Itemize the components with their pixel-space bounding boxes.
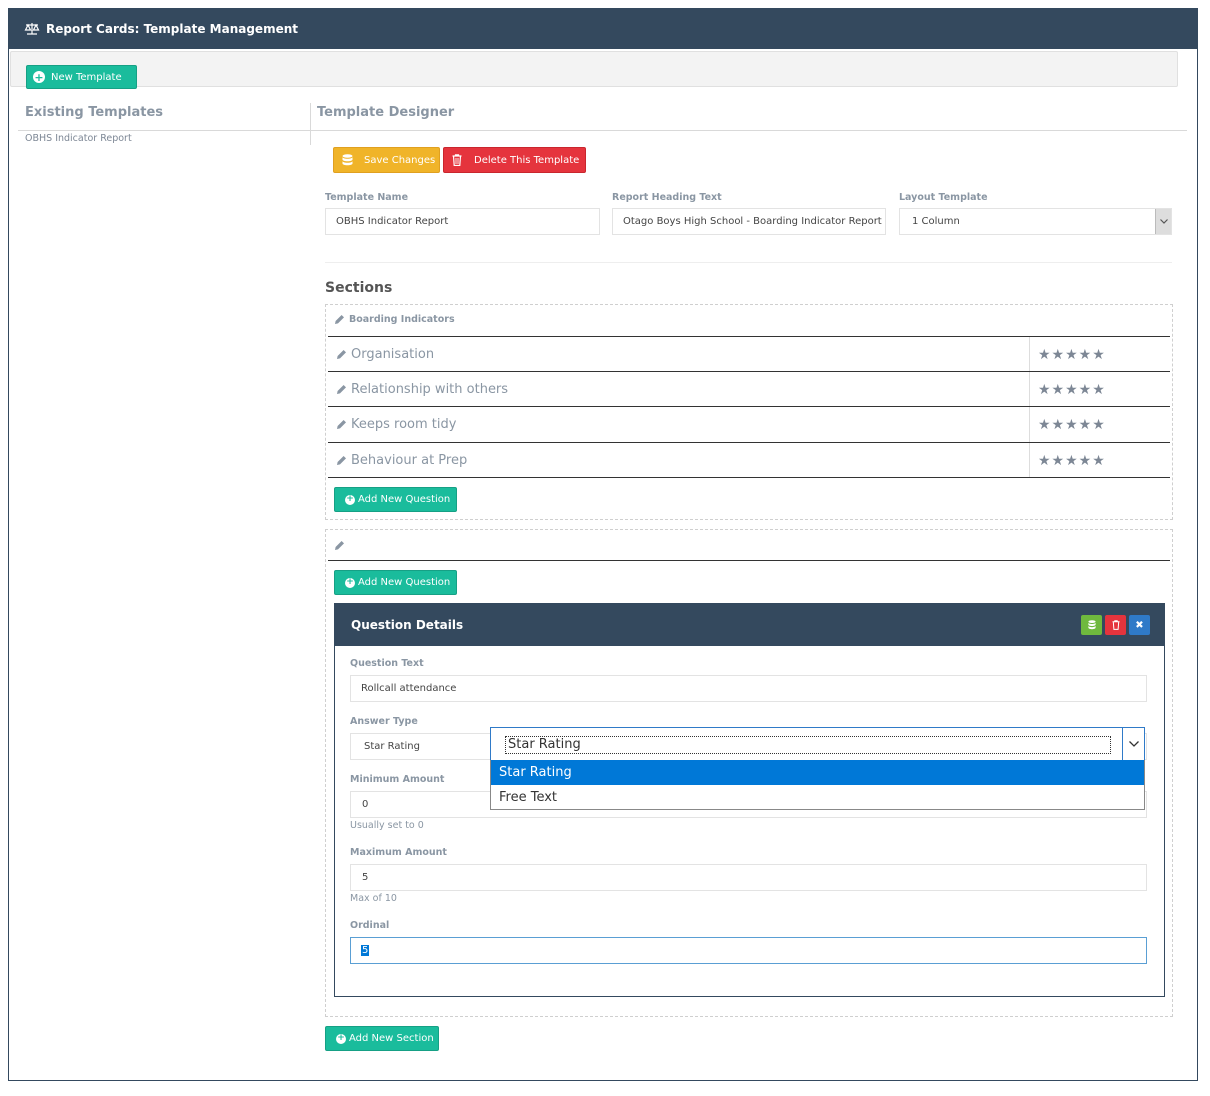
star-rating: ★★★★★ <box>1029 337 1170 372</box>
maximum-amount-hint: Max of 10 <box>350 893 397 904</box>
database-icon <box>1087 620 1096 630</box>
question-details-header: Question Details ✖ <box>335 604 1164 646</box>
template-name-label: Template Name <box>325 192 409 203</box>
pencil-icon <box>337 456 346 465</box>
close-panel-button[interactable]: ✖ <box>1129 615 1150 635</box>
plus-circle-icon: + <box>345 577 355 588</box>
database-icon <box>342 154 353 166</box>
plus-circle-icon: + <box>345 494 355 505</box>
new-template-label: New Template <box>51 71 122 83</box>
delete-question-button[interactable] <box>1105 615 1126 635</box>
add-section-button[interactable]: + Add New Section <box>325 1026 439 1051</box>
minimum-amount-hint: Usually set to 0 <box>350 820 424 831</box>
dropdown-toggle[interactable] <box>1122 728 1144 760</box>
designer-divider <box>311 130 1187 131</box>
form-divider <box>325 262 1172 263</box>
new-template-button[interactable]: + New Template <box>26 65 137 89</box>
minimum-amount-label: Minimum Amount <box>350 774 445 785</box>
option-star-rating[interactable]: Star Rating <box>491 760 1144 785</box>
template-list-item[interactable]: OBHS Indicator Report <box>25 133 132 144</box>
chevron-down-icon <box>1128 741 1139 747</box>
question-text: Relationship with others <box>351 382 509 397</box>
trash-icon <box>1112 620 1119 630</box>
trash-icon <box>452 154 462 166</box>
question-row[interactable]: Relationship with others ★★★★★ <box>328 372 1170 407</box>
layout-template-value: 1 Column <box>912 216 960 227</box>
pencil-icon <box>335 541 344 550</box>
section-title[interactable] <box>334 540 349 551</box>
star-rating: ★★★★★ <box>1029 407 1170 442</box>
title-bar: Report Cards: Template Management <box>9 9 1197 49</box>
delete-template-button[interactable]: Delete This Template <box>443 147 586 173</box>
close-icon: ✖ <box>1135 619 1144 631</box>
answer-type-options: Star Rating Free Text <box>490 760 1145 810</box>
plus-circle-icon: + <box>33 70 45 84</box>
answer-type-label: Answer Type <box>350 716 418 727</box>
maximum-amount-input[interactable]: 5 <box>350 864 1147 891</box>
chevron-down-icon <box>1159 219 1168 224</box>
layout-template-select[interactable]: 1 Column <box>899 208 1172 235</box>
save-label: Save Changes <box>364 154 436 166</box>
ordinal-value-selected: 5 <box>361 945 370 956</box>
column-divider <box>310 103 311 145</box>
question-text-input[interactable]: Rollcall attendance <box>350 675 1147 702</box>
template-designer-heading: Template Designer <box>317 105 455 120</box>
add-question-button[interactable]: + Add New Question <box>334 487 457 512</box>
plus-circle-icon: + <box>336 1033 346 1044</box>
question-row[interactable]: Organisation ★★★★★ <box>328 337 1170 372</box>
row-rule <box>328 477 1170 478</box>
star-rating: ★★★★★ <box>1029 372 1170 407</box>
star-rating: ★★★★★ <box>1029 443 1170 478</box>
question-text: Keeps room tidy <box>351 417 457 432</box>
template-name-input[interactable]: OBHS Indicator Report <box>325 208 600 235</box>
question-text: Organisation <box>351 347 435 362</box>
section-title[interactable]: Boarding Indicators <box>334 314 455 325</box>
question-row[interactable]: Keeps room tidy ★★★★★ <box>328 407 1170 442</box>
add-question-label: Add New Question <box>358 577 451 588</box>
pencil-icon <box>337 420 346 429</box>
add-question-label: Add New Question <box>358 494 451 505</box>
maximum-amount-label: Maximum Amount <box>350 847 447 858</box>
report-heading-input[interactable]: Otago Boys High School - Boarding Indica… <box>612 208 886 235</box>
ordinal-input[interactable]: 5 <box>350 937 1147 964</box>
select-arrow <box>1155 209 1171 234</box>
add-section-label: Add New Section <box>349 1033 434 1044</box>
pencil-icon <box>337 350 346 359</box>
question-row[interactable]: Behaviour at Prep ★★★★★ <box>328 443 1170 478</box>
answer-type-dropdown[interactable]: Star Rating <box>490 727 1145 761</box>
section-title-text: Boarding Indicators <box>349 314 455 325</box>
window-title: Report Cards: Template Management <box>46 22 298 36</box>
save-changes-button[interactable]: Save Changes <box>333 147 440 173</box>
add-question-button[interactable]: + Add New Question <box>334 570 457 595</box>
question-details-title: Question Details <box>351 618 464 632</box>
pencil-icon <box>335 315 344 324</box>
existing-templates-heading: Existing Templates <box>25 105 164 120</box>
section-rule <box>328 560 1170 561</box>
sidebar-divider <box>18 130 310 131</box>
sections-heading: Sections <box>325 280 393 296</box>
delete-label: Delete This Template <box>474 154 580 166</box>
question-text: Behaviour at Prep <box>351 453 468 468</box>
option-free-text[interactable]: Free Text <box>491 785 1144 810</box>
report-heading-label: Report Heading Text <box>612 192 722 203</box>
ordinal-label: Ordinal <box>350 920 390 931</box>
dropdown-current-value: Star Rating <box>505 736 1111 754</box>
toolbar <box>10 51 1178 87</box>
layout-template-label: Layout Template <box>899 192 988 203</box>
pencil-icon <box>337 385 346 394</box>
save-question-button[interactable] <box>1081 615 1102 635</box>
balance-scale-icon <box>24 23 40 35</box>
question-text-label: Question Text <box>350 658 424 669</box>
